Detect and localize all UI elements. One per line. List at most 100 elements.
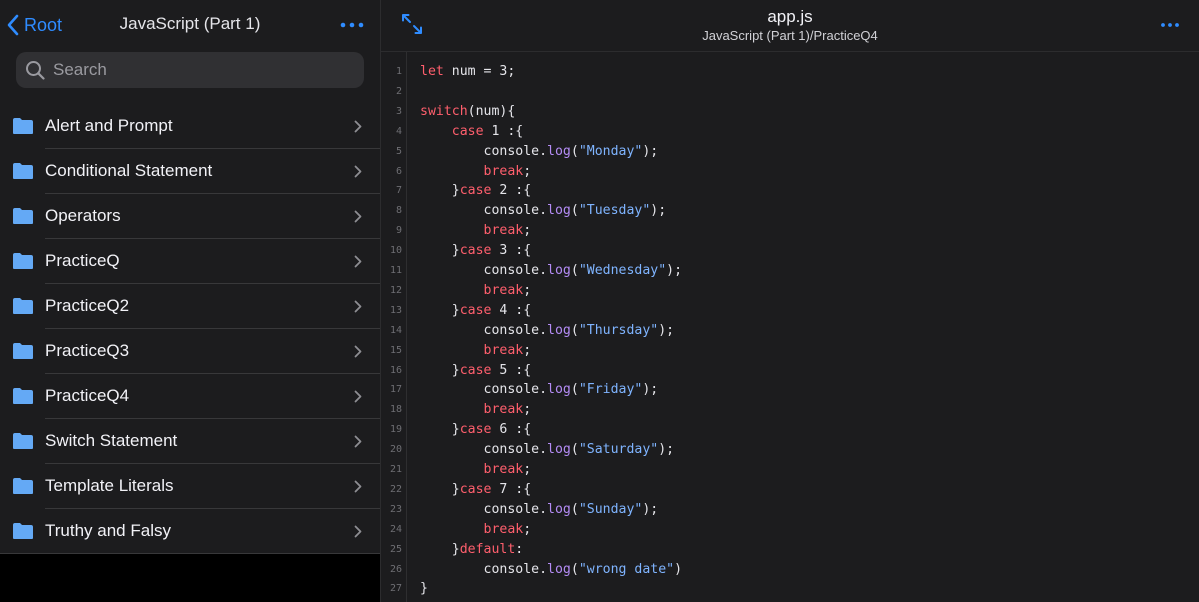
code-token-plain: ( [570,203,579,219]
line-number: 15 [389,344,402,356]
folder-icon [13,118,33,134]
line-number: 3 [395,105,402,117]
folder-item[interactable]: Operators [0,194,380,239]
folder-label: PracticeQ [45,251,120,270]
code-token-method: log [547,561,571,577]
code-token-plain: ) [674,561,683,577]
line-number: 27 [389,583,402,595]
code-token-keyword: case [459,362,492,378]
line-number: 20 [389,444,402,456]
code-token-plain: ); [642,143,659,159]
line-number: 19 [389,424,402,436]
code-token-keyword: case [459,243,492,259]
line-number: 16 [389,364,402,376]
back-button[interactable]: Root [6,11,62,39]
folder-icon [13,523,33,539]
code-line: console.log("Monday"); [420,142,659,162]
code-token-plain: ; [523,223,532,239]
folder-icon [13,343,33,359]
folder-item[interactable]: PracticeQ [0,239,380,284]
folder-item[interactable]: PracticeQ2 [0,284,380,329]
folder-icon [13,388,33,404]
chevron-right-icon [354,120,362,133]
folder-item[interactable]: Switch Statement [0,419,380,464]
code-line: }case 2 :{ [420,181,531,201]
code-token-plain: console. [420,263,548,278]
line-number: 4 [395,125,402,137]
search-bar[interactable] [16,52,364,88]
sidebar-more-button[interactable] [339,14,365,36]
search-input[interactable] [51,59,345,81]
code-token-keyword: break [483,402,524,418]
code-token-plain: ( [570,561,579,577]
code-token-plain: 4 :{ [491,302,532,318]
code-line: break; [420,520,532,540]
line-number: 14 [389,324,402,336]
code-token-plain: 3 :{ [491,243,532,259]
code-token-keyword: break [483,521,524,537]
chevron-right-icon [354,525,362,538]
code-token-plain: } [420,481,460,497]
code-token-plain: 6 :{ [491,422,532,438]
code-token-plain: } [420,362,460,378]
code-line: switch(num){ [420,102,515,122]
code-line: case 1 :{ [420,122,523,142]
folder-item[interactable]: Template Literals [0,464,380,509]
code-line: } [420,579,428,599]
code-line: let num = 3; [420,62,515,82]
code-token-keyword: break [483,163,524,179]
folder-label: Template Literals [45,476,174,495]
code-token-plain: ; [523,402,532,418]
line-number: 22 [389,483,402,495]
code-token-keyword: break [483,342,524,358]
ellipsis-icon [1161,23,1179,27]
line-number: 17 [389,384,402,396]
folder-list: Alert and Prompt Conditional Statement Ope… [0,104,380,554]
code-token-keyword: case [459,183,492,199]
line-number: 11 [389,265,402,276]
folder-label: PracticeQ2 [45,296,130,315]
folder-label: Truthy and Falsy [45,521,171,540]
line-number: 7 [395,185,402,197]
code-token-plain: ); [642,382,659,398]
line-number: 12 [389,284,402,296]
folder-icon [13,478,33,494]
folder-item[interactable]: PracticeQ3 [0,329,380,374]
folder-label: PracticeQ3 [45,341,130,360]
folder-item[interactable]: PracticeQ4 [0,374,380,419]
folder-item[interactable]: Alert and Prompt [0,104,380,149]
folder-icon [13,298,33,314]
code-line: console.log("Tuesday"); [420,201,667,221]
code-token-string: "Sunday" [578,501,643,517]
code-line: break; [420,341,532,361]
line-number: 23 [389,503,402,515]
folder-item[interactable]: Conditional Statement [0,149,380,194]
code-line: break; [420,162,532,182]
code-token-plain: ; [523,163,532,179]
code-token-method: log [547,203,571,219]
code-token-plain: ( [570,382,579,398]
folder-item[interactable]: Truthy and Falsy [0,509,380,554]
sidebar-navigation-bar: Root JavaScript (Part 1) [0,0,380,50]
code-token-keyword: break [483,282,524,298]
code-token-plain: : [515,541,524,557]
code-token-plain: } [420,243,460,259]
folder-icon [13,208,33,224]
code-editor[interactable]: 1 2 3 4 5 6 7 8 9 10 11 12 13 14 15 16 17 18 19 20 21 22 23 24 2… [381,52,1199,602]
code-line: console.log("Friday"); [420,380,659,400]
code-line: }case 5 :{ [420,361,531,381]
code-token-plain: ); [642,501,659,517]
folder-icon [13,433,33,449]
editor-more-button[interactable] [1157,14,1183,36]
code-line: console.log("wrong date") [420,560,683,580]
code-token-string: "Saturday" [578,442,659,458]
ellipsis-icon [340,22,364,28]
folder-label: Operators [45,206,121,225]
code-token-plain: ( [570,143,579,159]
code-token-keyword: case [451,123,484,139]
code-token-plain: ); [650,203,667,219]
